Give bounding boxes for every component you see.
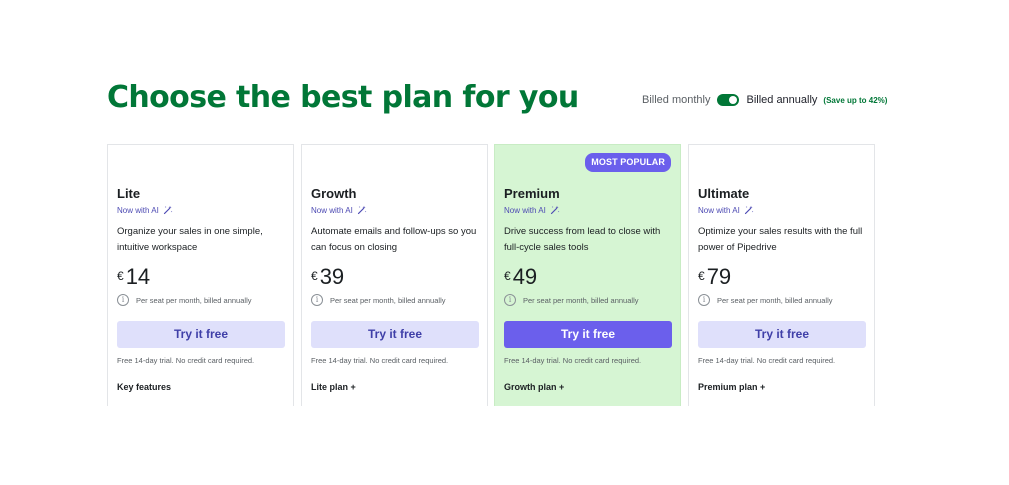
trial-note: Free 14-day trial. No credit card requir… (311, 356, 449, 365)
price-note: i Per seat per month, billed annually (698, 294, 833, 306)
plan-description: Organize your sales in one simple, intui… (117, 226, 263, 253)
most-popular-badge: MOST POPULAR (585, 153, 671, 172)
price-note: i Per seat per month, billed annually (504, 294, 639, 306)
toggle-knob (729, 96, 738, 104)
plan-price: € 39 (311, 264, 344, 290)
features-title: Premium plan + (698, 382, 766, 392)
page-title: Choose the best plan for you (107, 80, 579, 115)
trial-note: Free 14-day trial. No credit card requir… (117, 356, 255, 365)
plan-name: Growth (311, 186, 357, 201)
ai-tag-label: Now with AI (504, 205, 546, 215)
trial-note: Free 14-day trial. No credit card requir… (698, 356, 836, 365)
plan-card-premium: MOST POPULAR Premium Now with AI Drive s… (494, 144, 681, 406)
price-amount: 39 (319, 264, 345, 289)
ai-tag: Now with AI (698, 205, 754, 215)
price-note-text: Per seat per month, billed annually (330, 295, 446, 305)
billed-annually-label[interactable]: Billed annually (746, 94, 817, 106)
price-note-text: Per seat per month, billed annually (717, 295, 833, 305)
ai-tag-label: Now with AI (117, 205, 159, 215)
price-currency: € (698, 269, 705, 283)
plan-description: Drive success from lead to close with fu… (504, 226, 661, 253)
price-note-text: Per seat per month, billed annually (136, 295, 252, 305)
billing-period-toggle[interactable] (717, 94, 740, 106)
billed-monthly-label[interactable]: Billed monthly (642, 94, 710, 106)
plan-name: Lite (117, 186, 141, 201)
plan-card-ultimate: Ultimate Now with AI Optimize your sales… (688, 144, 875, 406)
try-free-button-growth[interactable]: Try it free (311, 321, 479, 348)
price-amount: 49 (512, 264, 538, 289)
try-free-button-ultimate[interactable]: Try it free (698, 321, 866, 348)
plan-description: Optimize your sales results with the ful… (698, 226, 863, 253)
plan-description: Automate emails and follow-ups so you ca… (311, 226, 477, 253)
price-note: i Per seat per month, billed annually (311, 294, 446, 306)
ai-tag: Now with AI (504, 205, 560, 215)
try-free-button-lite[interactable]: Try it free (117, 321, 285, 348)
ai-tag-label: Now with AI (311, 205, 353, 215)
info-circle-icon[interactable]: i (504, 294, 516, 306)
price-note: i Per seat per month, billed annually (117, 294, 252, 306)
price-currency: € (504, 269, 511, 283)
plan-price: € 14 (117, 264, 150, 290)
features-title: Growth plan + (504, 382, 565, 392)
plan-price: € 49 (504, 264, 537, 290)
ai-tag-label: Now with AI (698, 205, 740, 215)
trial-note: Free 14-day trial. No credit card requir… (504, 356, 642, 365)
save-note: (Save up to 42%) (823, 95, 888, 105)
sparkle-wand-icon (550, 205, 560, 215)
price-currency: € (117, 269, 124, 283)
ai-tag: Now with AI (311, 205, 367, 215)
price-currency: € (311, 269, 318, 283)
info-circle-icon[interactable]: i (698, 294, 710, 306)
plan-price: € 79 (698, 264, 731, 290)
info-circle-icon[interactable]: i (117, 294, 129, 306)
plan-card-growth: Growth Now with AI Automate emails and f… (301, 144, 488, 406)
features-title: Key features (117, 382, 172, 392)
try-free-button-premium[interactable]: Try it free (504, 321, 672, 348)
plan-name: Premium (504, 186, 560, 201)
billing-toggle-group: Billed monthly Billed annually (Save up … (642, 93, 887, 107)
sparkle-wand-icon (744, 205, 754, 215)
price-amount: 14 (125, 264, 151, 289)
price-note-text: Per seat per month, billed annually (523, 295, 639, 305)
features-title: Lite plan + (311, 382, 356, 392)
info-circle-icon[interactable]: i (311, 294, 323, 306)
sparkle-wand-icon (357, 205, 367, 215)
plan-name: Ultimate (698, 186, 750, 201)
price-amount: 79 (706, 264, 732, 289)
sparkle-wand-icon (163, 205, 173, 215)
ai-tag: Now with AI (117, 205, 173, 215)
plan-card-lite: Lite Now with AI Organize your sales in … (107, 144, 294, 406)
